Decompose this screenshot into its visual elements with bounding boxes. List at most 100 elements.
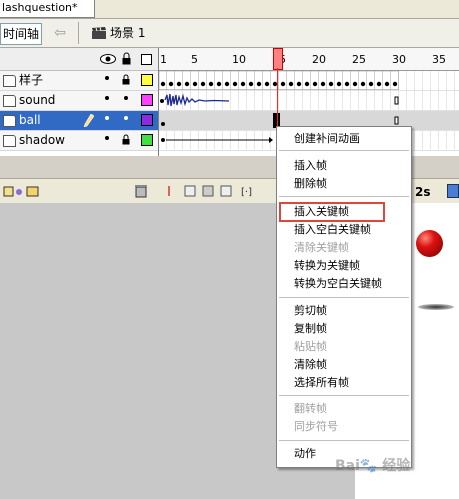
menu-item-insert-frame[interactable]: 插入帧 <box>294 159 327 173</box>
onion-skin-controls[interactable]: [·] <box>165 184 265 198</box>
red-ball[interactable] <box>416 230 443 257</box>
keyframe-dot[interactable] <box>280 81 286 87</box>
menu-item-remove-frames[interactable]: 删除帧 <box>294 177 327 191</box>
layer-name: shadow <box>19 133 65 147</box>
layer-name: 样子 <box>19 73 44 87</box>
highlight-annotation-box <box>279 202 385 222</box>
layer-row-ball[interactable]: ball <box>0 111 158 131</box>
lock-icon[interactable] <box>122 134 130 145</box>
keyframe-dot[interactable] <box>352 81 358 87</box>
menu-item-reverse-frames: 翻转帧 <box>294 402 327 415</box>
keyframe-dot[interactable] <box>248 81 254 87</box>
menu-item-paste-frames: 粘贴帧 <box>294 340 327 353</box>
menu-item-create-motion-tween[interactable]: 创建补间动画 <box>294 132 360 146</box>
layer-color-swatch[interactable] <box>141 114 153 126</box>
keyframe-dot[interactable] <box>256 81 262 87</box>
menu-item-clear-frames[interactable]: 清除帧 <box>294 358 327 372</box>
keyframe-dot[interactable] <box>160 81 166 87</box>
keyframe-dot[interactable] <box>288 81 294 87</box>
outline-icon[interactable] <box>141 54 152 65</box>
keyframe-dot[interactable] <box>216 81 222 87</box>
keyframe-dot[interactable] <box>384 81 390 87</box>
keyframe-dot[interactable] <box>296 81 302 87</box>
frame-row-sound[interactable] <box>159 91 459 111</box>
scroll-button[interactable] <box>447 184 459 198</box>
keyframe-dot[interactable] <box>304 81 310 87</box>
keyframe-dot[interactable] <box>328 81 334 87</box>
menu-item-clear-keyframe: 清除关键帧 <box>294 241 349 254</box>
keyframe-dot[interactable] <box>232 81 238 87</box>
visibility-dot[interactable] <box>105 96 109 100</box>
add-layer-icons[interactable] <box>2 183 42 199</box>
keyframe-dot[interactable] <box>360 81 366 87</box>
keyframe-dot[interactable] <box>312 81 318 87</box>
keyframe-dot[interactable] <box>392 81 398 87</box>
menu-item-cut-frames[interactable]: 剪切帧 <box>294 304 327 318</box>
keyframe-dot[interactable] <box>184 81 190 87</box>
frame-ruler[interactable]: 1 5 10 15 20 25 30 35 <box>159 48 459 71</box>
menu-item-convert-to-keyframes[interactable]: 转换为关键帧 <box>294 259 360 273</box>
back-arrow-icon[interactable]: ⇦ <box>50 24 70 42</box>
menu-item-actions[interactable]: 动作 <box>294 447 316 461</box>
layer-color-swatch[interactable] <box>141 134 153 146</box>
keyframe-dot[interactable] <box>240 81 246 87</box>
menu-item-insert-blank-keyframe[interactable]: 插入空白关键帧 <box>294 223 371 237</box>
clapperboard-icon <box>92 27 106 39</box>
menu-item-copy-frames[interactable]: 复制帧 <box>294 322 327 336</box>
keyframe-dot[interactable] <box>376 81 382 87</box>
ruler-tick: 1 <box>160 53 167 66</box>
layer-row-yangzi[interactable]: 样子 <box>0 71 158 91</box>
keyframe-dot[interactable] <box>344 81 350 87</box>
ruler-tick: 10 <box>232 53 246 66</box>
keyframe-dot[interactable] <box>208 81 214 87</box>
timeline-button[interactable]: 时间轴 <box>0 23 42 45</box>
layer-name: ball <box>19 113 41 127</box>
ruler-tick: 25 <box>352 53 366 66</box>
watermark: Bai🐾 经验 <box>335 458 411 474</box>
ruler-tick: 35 <box>432 53 446 66</box>
keyframe-dot[interactable] <box>336 81 342 87</box>
svg-text:[·]: [·] <box>241 187 252 198</box>
layer-row-shadow[interactable]: shadow <box>0 131 158 151</box>
layer-icon <box>3 95 16 107</box>
eye-icon[interactable] <box>100 54 116 64</box>
keyframe-dot[interactable] <box>200 81 206 87</box>
menu-item-convert-to-blank-keyframes[interactable]: 转换为空白关键帧 <box>294 277 382 291</box>
keyframe-dot[interactable] <box>176 81 182 87</box>
layer-icon <box>3 135 16 147</box>
pencil-icon <box>84 114 94 127</box>
keyframe-dot[interactable] <box>264 81 270 87</box>
menu-item-select-all-frames[interactable]: 选择所有帧 <box>294 376 349 390</box>
menu-item-synchronize-symbols: 同步符号 <box>294 420 338 433</box>
lock-icon[interactable] <box>122 74 130 85</box>
layer-color-swatch[interactable] <box>141 94 153 106</box>
keyframe-dot[interactable] <box>192 81 198 87</box>
elapsed-time-label: 2s <box>415 185 431 199</box>
ruler-tick: 5 <box>191 53 198 66</box>
frame-context-menu: 创建补间动画 插入帧 删除帧 插入关键帧 插入空白关键帧 清除关键帧 转换为关键… <box>276 126 412 468</box>
scene-label[interactable]: 场景 1 <box>110 25 145 41</box>
trash-icon[interactable] <box>134 183 148 198</box>
lock-dot[interactable] <box>124 96 128 100</box>
lock-icon[interactable] <box>122 52 131 65</box>
timeline-toolbar: 时间轴 ⇦ 场景 1 <box>0 19 459 48</box>
visibility-dot[interactable] <box>105 116 109 120</box>
frame-row-yangzi[interactable] <box>159 71 459 91</box>
visibility-dot[interactable] <box>105 76 109 80</box>
menu-separator <box>279 440 409 441</box>
keyframe-dot[interactable] <box>224 81 230 87</box>
ruler-tick: 30 <box>392 53 406 66</box>
layer-color-swatch[interactable] <box>141 74 153 86</box>
lock-dot[interactable] <box>124 116 128 120</box>
keyframe-dot[interactable] <box>320 81 326 87</box>
layers-header <box>0 48 158 71</box>
keyframe-dot[interactable] <box>368 81 374 87</box>
menu-separator <box>279 150 409 151</box>
document-tab[interactable]: lashquestion* <box>0 0 95 18</box>
layer-icon <box>3 75 16 87</box>
layer-row-sound[interactable]: sound <box>0 91 158 111</box>
visibility-dot[interactable] <box>105 136 109 140</box>
layer-name: sound <box>19 93 56 107</box>
ball-shadow[interactable] <box>418 304 454 310</box>
keyframe-dot[interactable] <box>168 81 174 87</box>
